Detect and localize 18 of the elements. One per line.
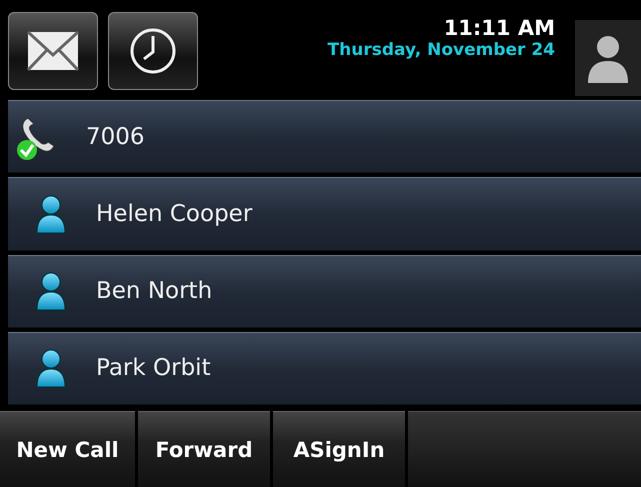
contact-icon <box>36 348 66 388</box>
line-key[interactable]: 7006 <box>8 100 641 174</box>
avatar-panel[interactable] <box>575 20 641 96</box>
softkey[interactable]: New Call <box>0 411 135 487</box>
contact-icon <box>36 194 66 234</box>
date: Thursday, November 24 <box>328 40 555 60</box>
time: 11:11 AM <box>444 16 555 40</box>
softkey[interactable]: ASignIn <box>273 411 405 487</box>
contact-icon <box>36 271 66 312</box>
clock-icon <box>129 27 177 75</box>
user-icon <box>586 33 630 83</box>
contact-key[interactable]: Helen Cooper <box>8 177 641 250</box>
softkey[interactable]: Forward <box>138 411 270 487</box>
recent-calls-button[interactable] <box>108 12 198 90</box>
mail-icon <box>27 31 79 71</box>
messages-button[interactable] <box>8 12 98 90</box>
contact-key[interactable]: Ben North <box>8 254 641 328</box>
contact-key[interactable]: Park Orbit <box>8 332 641 405</box>
